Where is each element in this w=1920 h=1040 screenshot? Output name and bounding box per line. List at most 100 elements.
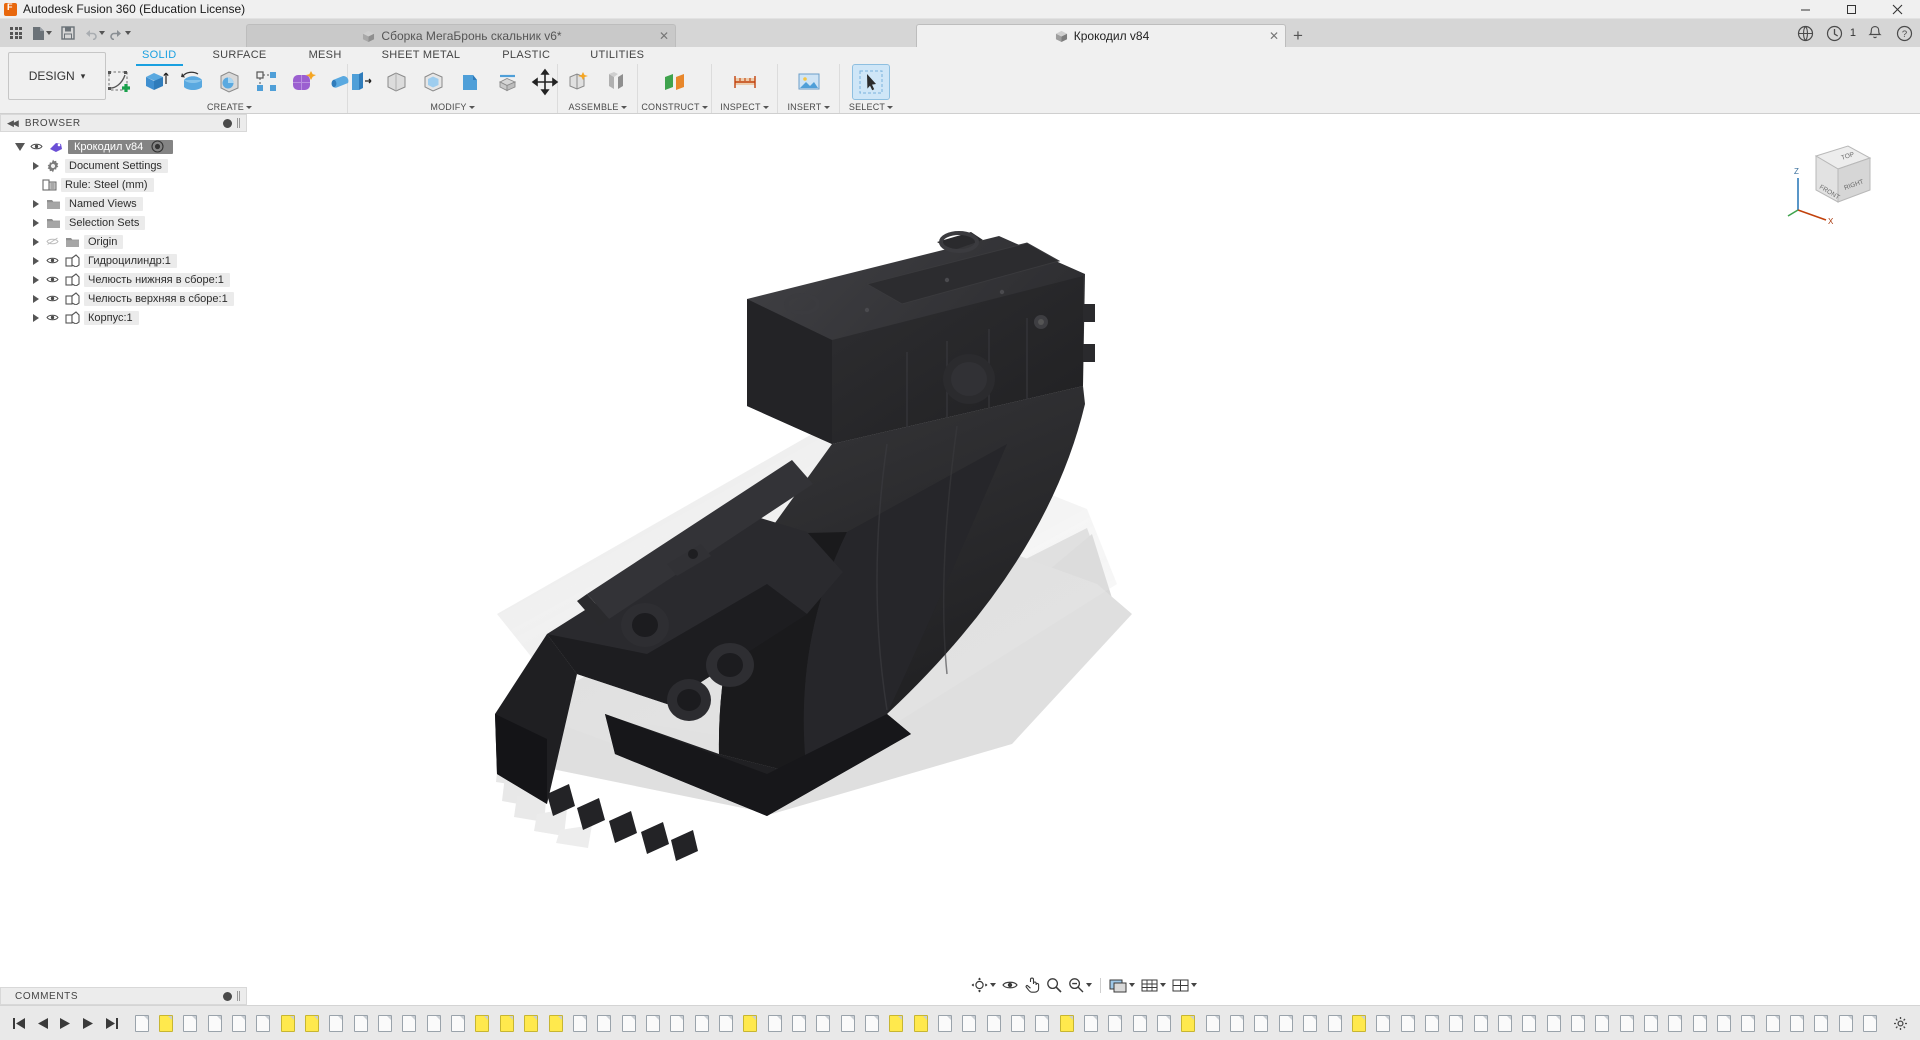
timeline-feature[interactable] [1373, 1010, 1394, 1036]
expand-arrow-icon[interactable] [30, 294, 41, 303]
timeline-feature[interactable] [1835, 1010, 1856, 1036]
panel-dot-icon[interactable] [223, 991, 232, 1001]
timeline-feature[interactable] [691, 1010, 712, 1036]
timeline-feature[interactable] [1446, 1010, 1467, 1036]
timeline-feature[interactable] [326, 1010, 347, 1036]
grid-snap-icon[interactable] [1139, 975, 1168, 995]
timeline-feature[interactable] [1421, 1010, 1442, 1036]
rectangular-pattern-icon[interactable] [249, 65, 285, 99]
shell-icon[interactable] [416, 65, 452, 99]
timeline-feature[interactable] [1324, 1010, 1345, 1036]
tree-item-document-settings[interactable]: Document Settings [0, 156, 247, 175]
timeline-feature[interactable] [1689, 1010, 1710, 1036]
viewports-icon[interactable] [1170, 975, 1199, 995]
timeline-feature[interactable] [1519, 1010, 1540, 1036]
panel-label-assemble[interactable]: ASSEMBLE [568, 101, 627, 113]
timeline-feature[interactable] [764, 1010, 785, 1036]
bell-icon[interactable] [1865, 23, 1885, 43]
timeline-feature[interactable] [594, 1010, 615, 1036]
measure-icon[interactable] [727, 65, 763, 99]
panel-label-insert[interactable]: INSERT [787, 101, 830, 113]
tree-item-selection-sets[interactable]: Selection Sets [0, 213, 247, 232]
ribbon-tab-solid[interactable]: SOLID [128, 47, 191, 66]
undo-caret-icon[interactable] [99, 31, 105, 35]
view-cube[interactable]: TOP FRONT RIGHT Z X [1786, 132, 1878, 224]
document-tab-0[interactable]: Сборка МегаБронь скальник v6* ✕ [246, 24, 676, 47]
document-tab-close-icon[interactable]: ✕ [659, 29, 669, 43]
go-to-start-icon[interactable] [12, 1017, 26, 1030]
panel-dot-icon[interactable] [223, 118, 232, 128]
maximize-button[interactable] [1828, 0, 1874, 19]
tree-item-hydrocylinder[interactable]: Гидроцилиндр:1 [0, 251, 247, 270]
timeline-feature[interactable] [1056, 1010, 1077, 1036]
timeline-feature[interactable] [1567, 1010, 1588, 1036]
press-pull-icon[interactable] [342, 65, 378, 99]
combine-icon[interactable] [490, 65, 526, 99]
timeline-feature[interactable] [1251, 1010, 1272, 1036]
timeline-feature[interactable] [667, 1010, 688, 1036]
timeline-feature[interactable] [204, 1010, 225, 1036]
timeline-feature[interactable] [496, 1010, 517, 1036]
panel-label-construct[interactable]: CONSTRUCT [641, 101, 708, 113]
grid-caret-icon[interactable] [1159, 983, 1166, 987]
timeline-feature[interactable] [1202, 1010, 1223, 1036]
timeline-feature[interactable] [861, 1010, 882, 1036]
panel-label-modify[interactable]: MODIFY [430, 101, 475, 113]
timeline-feature[interactable] [1007, 1010, 1028, 1036]
tree-item-root[interactable]: Крокодил v84 [0, 137, 247, 156]
timeline-feature[interactable] [180, 1010, 201, 1036]
display-caret-icon[interactable] [1128, 983, 1135, 987]
activate-radio-icon[interactable] [151, 140, 164, 153]
timeline-feature[interactable] [886, 1010, 907, 1036]
timeline-feature[interactable] [1494, 1010, 1515, 1036]
help-icon[interactable]: ? [1894, 23, 1914, 43]
new-component-icon[interactable] [561, 65, 597, 99]
timeline-feature[interactable] [399, 1010, 420, 1036]
model-canvas[interactable] [247, 114, 1920, 1005]
timeline-feature[interactable] [837, 1010, 858, 1036]
timeline-feature[interactable] [934, 1010, 955, 1036]
timeline-feature[interactable] [1592, 1010, 1613, 1036]
go-to-end-icon[interactable] [105, 1017, 119, 1030]
timeline-feature[interactable] [1153, 1010, 1174, 1036]
jobs-status-icon[interactable] [1825, 23, 1845, 43]
display-settings-icon[interactable] [1107, 975, 1137, 995]
panel-grip-icon[interactable] [237, 991, 240, 1001]
document-tab-close-icon[interactable]: ✕ [1269, 29, 1279, 43]
timeline-feature[interactable] [1080, 1010, 1101, 1036]
fillet-icon[interactable] [379, 65, 415, 99]
timeline-feature[interactable] [472, 1010, 493, 1036]
visibility-eye-icon[interactable] [45, 313, 60, 322]
timeline-feature[interactable] [1032, 1010, 1053, 1036]
timeline-feature[interactable] [131, 1010, 152, 1036]
step-back-icon[interactable] [36, 1017, 49, 1030]
visibility-eye-icon[interactable] [29, 142, 44, 151]
timeline-feature[interactable] [1616, 1010, 1637, 1036]
tree-item-origin[interactable]: Origin [0, 232, 247, 251]
timeline-feature[interactable] [374, 1010, 395, 1036]
timeline-feature[interactable] [618, 1010, 639, 1036]
save-icon[interactable] [56, 22, 80, 44]
pan-icon[interactable] [1022, 975, 1042, 995]
3d-viewport[interactable]: TOP FRONT RIGHT Z X [247, 114, 1920, 1005]
redo-icon[interactable] [108, 22, 132, 44]
ribbon-tab-sheet-metal[interactable]: SHEET METAL [362, 47, 481, 64]
timeline-feature[interactable] [1543, 1010, 1564, 1036]
revolve-icon[interactable] [175, 65, 211, 99]
panel-grip-icon[interactable] [237, 118, 240, 128]
timeline-feature[interactable] [1300, 1010, 1321, 1036]
insert-canvas-icon[interactable] [791, 65, 827, 99]
comments-header[interactable]: COMMENTS [0, 987, 247, 1005]
tree-item-body[interactable]: Корпус:1 [0, 308, 247, 327]
timeline-feature[interactable] [813, 1010, 834, 1036]
timeline-feature[interactable] [1859, 1010, 1880, 1036]
timeline-feature[interactable] [959, 1010, 980, 1036]
tree-item-lower-jaw[interactable]: Челюсть нижняя в сборе:1 [0, 270, 247, 289]
timeline-feature[interactable] [1178, 1010, 1199, 1036]
timeline-feature[interactable] [1348, 1010, 1369, 1036]
workspace-selector[interactable]: DESIGN ▾ [8, 52, 106, 100]
timeline-feature[interactable] [1275, 1010, 1296, 1036]
expand-arrow-icon[interactable] [30, 161, 41, 170]
panel-label-inspect[interactable]: INSPECT [720, 101, 769, 113]
joint-icon[interactable] [598, 65, 634, 99]
